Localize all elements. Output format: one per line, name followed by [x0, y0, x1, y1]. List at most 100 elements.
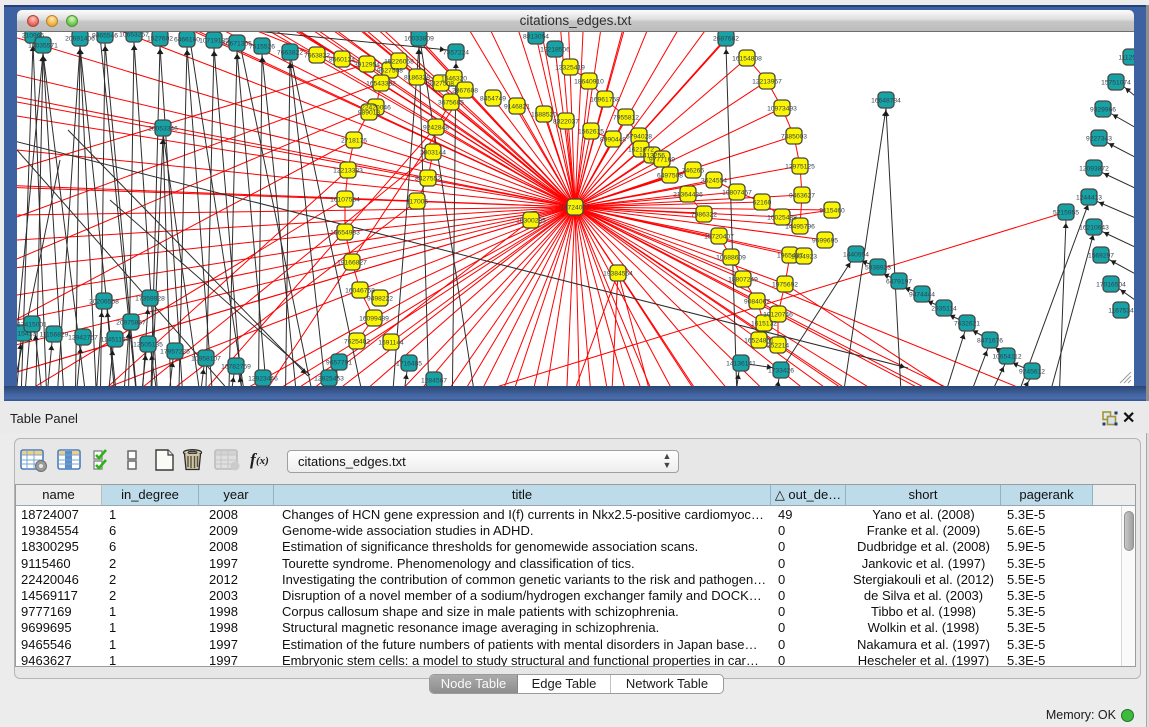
- svg-text:5938923: 5938923: [865, 265, 891, 272]
- svg-text:12975125: 12975125: [785, 164, 815, 171]
- svg-text:10688609: 10688609: [716, 255, 746, 262]
- svg-text:10807457: 10807457: [722, 190, 752, 197]
- svg-text:9465546: 9465546: [92, 33, 118, 40]
- svg-text:8813054: 8813054: [523, 34, 549, 41]
- svg-text:7663822: 7663822: [304, 53, 330, 60]
- svg-text:2867608: 2867608: [452, 88, 478, 95]
- svg-text:19384554: 19384554: [603, 271, 633, 278]
- svg-text:7625402: 7625402: [344, 339, 370, 346]
- svg-text:8471676: 8471676: [977, 338, 1003, 345]
- svg-text:15226058: 15226058: [384, 59, 414, 66]
- svg-text:1546320: 1546320: [441, 76, 467, 83]
- svg-text:1569297: 1569297: [1088, 253, 1114, 260]
- svg-text:1527602: 1527602: [147, 36, 173, 43]
- svg-text:9498222: 9498222: [367, 296, 393, 303]
- svg-text:62160: 62160: [753, 200, 772, 207]
- svg-text:17957225: 17957225: [160, 349, 190, 356]
- svg-text:8186328: 8186328: [404, 75, 430, 82]
- svg-text:9329966: 9329966: [1090, 107, 1116, 114]
- svg-text:2687682: 2687682: [713, 36, 739, 43]
- svg-text:1615132: 1615132: [751, 321, 777, 328]
- svg-text:16210643: 16210643: [1079, 225, 1109, 232]
- svg-text:16033809: 16033809: [404, 36, 434, 43]
- svg-text:12942757: 12942757: [68, 335, 98, 342]
- svg-text:9115460: 9115460: [819, 208, 845, 215]
- svg-text:12213383: 12213383: [333, 168, 363, 175]
- svg-text:9227343: 9227343: [1086, 136, 1112, 143]
- svg-text:3675685: 3675685: [438, 100, 464, 107]
- svg-text:3915413: 3915413: [17, 331, 36, 338]
- svg-text:7632621: 7632621: [954, 321, 980, 328]
- svg-text:10120746: 10120746: [763, 312, 793, 319]
- svg-text:8322037: 8322037: [553, 119, 579, 126]
- svg-text:9657791: 9657791: [326, 360, 352, 367]
- svg-text:9699695: 9699695: [812, 238, 838, 245]
- svg-text:19654983: 19654983: [330, 230, 360, 237]
- svg-text:10654112: 10654112: [992, 354, 1022, 361]
- svg-text:3624554: 3624554: [701, 178, 727, 185]
- svg-text:1284567: 1284567: [421, 378, 447, 385]
- svg-text:13325419: 13325419: [555, 65, 585, 72]
- svg-text:11451194: 11451194: [101, 337, 130, 344]
- svg-text:14495796: 14495796: [785, 224, 815, 231]
- svg-text:(x): (x): [256, 455, 269, 467]
- svg-text:1167534: 1167534: [1108, 308, 1134, 315]
- svg-text:1244413: 1244413: [1076, 195, 1102, 202]
- svg-text:20691406: 20691406: [65, 36, 95, 43]
- svg-text:9527508: 9527508: [377, 68, 403, 75]
- svg-text:14035571: 14035571: [28, 43, 58, 50]
- svg-text:12213967: 12213967: [752, 79, 782, 86]
- svg-text:14136141: 14136141: [726, 361, 756, 368]
- svg-text:1562615: 1562615: [578, 129, 604, 136]
- svg-text:7663822: 7663822: [277, 50, 303, 57]
- svg-text:19218506: 19218506: [540, 47, 570, 54]
- svg-text:1691144: 1691144: [378, 340, 404, 347]
- svg-text:9463627: 9463627: [789, 193, 815, 200]
- svg-text:19166827: 19166827: [337, 260, 367, 267]
- svg-text:18807249: 18807249: [728, 277, 758, 284]
- svg-text:15751074: 15751074: [1101, 80, 1131, 87]
- svg-text:16046768: 16046768: [345, 288, 375, 295]
- svg-text:9777169: 9777169: [649, 157, 675, 164]
- svg-text:8427552: 8427552: [415, 176, 441, 183]
- svg-text:8660124: 8660124: [329, 57, 355, 64]
- svg-text:7955812: 7955812: [613, 115, 639, 122]
- svg-text:16107554: 16107554: [330, 197, 360, 204]
- svg-text:1975692: 1975692: [772, 282, 798, 289]
- svg-text:20053346: 20053346: [148, 126, 178, 133]
- svg-text:11156829: 11156829: [40, 332, 69, 339]
- svg-text:917006: 917006: [406, 199, 429, 206]
- svg-text:9242848: 9242848: [423, 125, 449, 132]
- svg-text:15720407: 15720407: [704, 234, 734, 241]
- svg-text:6479197: 6479197: [886, 279, 912, 286]
- svg-text:7357224: 7357224: [443, 50, 469, 57]
- svg-text:2803144: 2803144: [420, 150, 446, 157]
- svg-text:17016504: 17016504: [1096, 282, 1126, 289]
- svg-text:16961758: 16961758: [590, 97, 620, 104]
- svg-text:16543382: 16543382: [366, 81, 396, 88]
- svg-text:16099489: 16099489: [359, 316, 389, 323]
- svg-text:12825463: 12825463: [314, 376, 344, 383]
- svg-text:9084067: 9084067: [744, 299, 770, 306]
- svg-text:252214: 252214: [767, 343, 790, 350]
- svg-text:7986322: 7986322: [691, 212, 717, 219]
- svg-text:7515526: 7515526: [249, 44, 275, 51]
- svg-text:9245612: 9245612: [1019, 369, 1045, 376]
- svg-text:6794028: 6794028: [626, 134, 652, 141]
- svg-text:17415001: 17415001: [17, 322, 47, 329]
- svg-text:5215955: 5215955: [1053, 210, 1079, 217]
- svg-text:210965: 210965: [22, 33, 45, 40]
- svg-text:10973493: 10973493: [767, 106, 797, 113]
- svg-text:8454749: 8454749: [480, 96, 506, 103]
- svg-text:12093872: 12093872: [1079, 166, 1109, 173]
- svg-text:6466160: 6466160: [174, 37, 200, 44]
- svg-text:2718176: 2718176: [341, 138, 367, 145]
- svg-text:10958107: 10958107: [191, 356, 221, 363]
- svg-text:1112568: 1112568: [1118, 55, 1134, 62]
- svg-text:1904923: 1904923: [791, 254, 817, 261]
- svg-text:10025438: 10025438: [767, 215, 797, 222]
- svg-text:16782759: 16782759: [221, 364, 251, 371]
- svg-text:9146821: 9146821: [504, 104, 530, 111]
- svg-text:17359928: 17359928: [135, 296, 165, 303]
- svg-text:18640910: 18640910: [574, 79, 604, 86]
